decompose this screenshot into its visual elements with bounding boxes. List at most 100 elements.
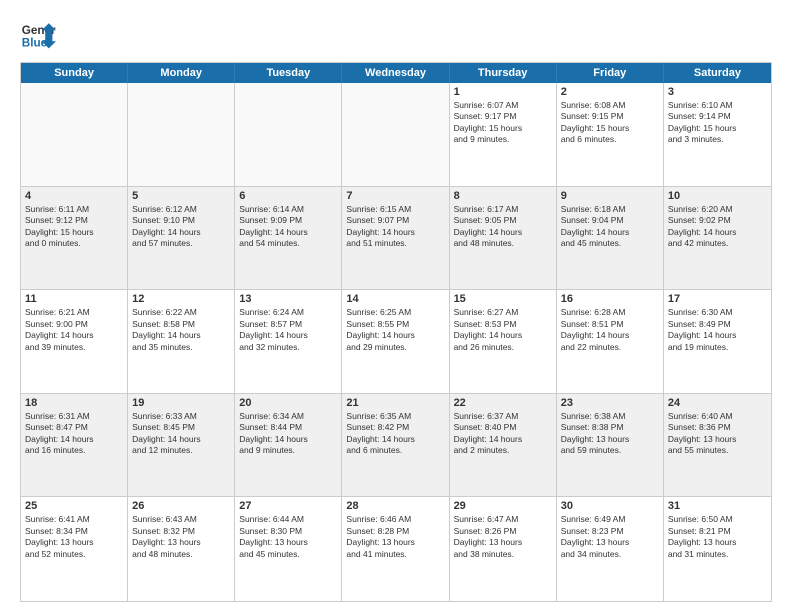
day-number: 6 <box>239 190 337 202</box>
day-number: 5 <box>132 190 230 202</box>
calendar-cell: 30 Sunrise: 6:49 AM Sunset: 8:23 PM Dayli… <box>557 497 664 601</box>
calendar-cell: 21 Sunrise: 6:35 AM Sunset: 8:42 PM Dayli… <box>342 394 449 497</box>
calendar-cell: 7 Sunrise: 6:15 AM Sunset: 9:07 PM Daylig… <box>342 187 449 290</box>
day-number: 13 <box>239 293 337 305</box>
calendar-cell: 2Sunrise: 6:08 AM Sunset: 9:15 PM Daylig… <box>557 83 664 186</box>
calendar-cell: 5 Sunrise: 6:12 AM Sunset: 9:10 PM Daylig… <box>128 187 235 290</box>
day-number: 30 <box>561 500 659 512</box>
day-number: 27 <box>239 500 337 512</box>
calendar-cell: 22 Sunrise: 6:37 AM Sunset: 8:40 PM Dayli… <box>450 394 557 497</box>
day-info: Sunrise: 6:18 AM Sunset: 9:04 PM Dayligh… <box>561 204 659 250</box>
day-info: Sunrise: 6:44 AM Sunset: 8:30 PM Dayligh… <box>239 514 337 560</box>
day-info: Sunrise: 6:38 AM Sunset: 8:38 PM Dayligh… <box>561 411 659 457</box>
header-day: Saturday <box>664 63 771 83</box>
header-day: Monday <box>128 63 235 83</box>
day-number: 18 <box>25 397 123 409</box>
day-number: 28 <box>346 500 444 512</box>
calendar-cell <box>342 83 449 186</box>
calendar-cell: 9 Sunrise: 6:18 AM Sunset: 9:04 PM Daylig… <box>557 187 664 290</box>
day-number: 15 <box>454 293 552 305</box>
day-info: Sunrise: 6:41 AM Sunset: 8:34 PM Dayligh… <box>25 514 123 560</box>
day-info: Sunrise: 6:34 AM Sunset: 8:44 PM Dayligh… <box>239 411 337 457</box>
day-info: Sunrise: 6:10 AM Sunset: 9:14 PM Dayligh… <box>668 100 767 146</box>
calendar-cell: 27 Sunrise: 6:44 AM Sunset: 8:30 PM Dayli… <box>235 497 342 601</box>
calendar-row: 4 Sunrise: 6:11 AM Sunset: 9:12 PM Daylig… <box>21 187 771 291</box>
calendar-cell: 31 Sunrise: 6:50 AM Sunset: 8:21 PM Dayli… <box>664 497 771 601</box>
calendar-cell: 18 Sunrise: 6:31 AM Sunset: 8:47 PM Dayli… <box>21 394 128 497</box>
header-day: Wednesday <box>342 63 449 83</box>
day-info: Sunrise: 6:49 AM Sunset: 8:23 PM Dayligh… <box>561 514 659 560</box>
day-info: Sunrise: 6:15 AM Sunset: 9:07 PM Dayligh… <box>346 204 444 250</box>
day-info: Sunrise: 6:22 AM Sunset: 8:58 PM Dayligh… <box>132 307 230 353</box>
day-info: Sunrise: 6:27 AM Sunset: 8:53 PM Dayligh… <box>454 307 552 353</box>
calendar-cell: 3 Sunrise: 6:10 AM Sunset: 9:14 PM Daylig… <box>664 83 771 186</box>
calendar-cell: 20Sunrise: 6:34 AM Sunset: 8:44 PM Dayli… <box>235 394 342 497</box>
day-number: 14 <box>346 293 444 305</box>
calendar-cell: 23 Sunrise: 6:38 AM Sunset: 8:38 PM Dayli… <box>557 394 664 497</box>
day-info: Sunrise: 6:21 AM Sunset: 9:00 PM Dayligh… <box>25 307 123 353</box>
calendar-cell <box>128 83 235 186</box>
day-info: Sunrise: 6:37 AM Sunset: 8:40 PM Dayligh… <box>454 411 552 457</box>
calendar-cell: 6Sunrise: 6:14 AM Sunset: 9:09 PM Daylig… <box>235 187 342 290</box>
day-number: 21 <box>346 397 444 409</box>
day-info: Sunrise: 6:40 AM Sunset: 8:36 PM Dayligh… <box>668 411 767 457</box>
calendar-cell <box>21 83 128 186</box>
calendar-cell: 8 Sunrise: 6:17 AM Sunset: 9:05 PM Daylig… <box>450 187 557 290</box>
calendar-body: 1 Sunrise: 6:07 AM Sunset: 9:17 PM Daylig… <box>21 83 771 601</box>
calendar-header: SundayMondayTuesdayWednesdayThursdayFrid… <box>21 63 771 83</box>
day-info: Sunrise: 6:31 AM Sunset: 8:47 PM Dayligh… <box>25 411 123 457</box>
day-info: Sunrise: 6:30 AM Sunset: 8:49 PM Dayligh… <box>668 307 767 353</box>
day-number: 3 <box>668 86 767 98</box>
calendar-cell: 19Sunrise: 6:33 AM Sunset: 8:45 PM Dayli… <box>128 394 235 497</box>
day-number: 22 <box>454 397 552 409</box>
day-info: Sunrise: 6:25 AM Sunset: 8:55 PM Dayligh… <box>346 307 444 353</box>
day-number: 12 <box>132 293 230 305</box>
page: General Blue SundayMondayTuesdayWednesda… <box>0 0 792 612</box>
day-info: Sunrise: 6:08 AM Sunset: 9:15 PM Dayligh… <box>561 100 659 146</box>
day-number: 7 <box>346 190 444 202</box>
day-number: 9 <box>561 190 659 202</box>
calendar-cell: 14 Sunrise: 6:25 AM Sunset: 8:55 PM Dayli… <box>342 290 449 393</box>
calendar-cell: 11 Sunrise: 6:21 AM Sunset: 9:00 PM Dayli… <box>21 290 128 393</box>
calendar-cell: 12 Sunrise: 6:22 AM Sunset: 8:58 PM Dayli… <box>128 290 235 393</box>
day-info: Sunrise: 6:24 AM Sunset: 8:57 PM Dayligh… <box>239 307 337 353</box>
calendar-row: 18 Sunrise: 6:31 AM Sunset: 8:47 PM Dayli… <box>21 394 771 498</box>
calendar-cell: 15 Sunrise: 6:27 AM Sunset: 8:53 PM Dayli… <box>450 290 557 393</box>
day-number: 29 <box>454 500 552 512</box>
day-number: 11 <box>25 293 123 305</box>
day-number: 8 <box>454 190 552 202</box>
day-info: Sunrise: 6:46 AM Sunset: 8:28 PM Dayligh… <box>346 514 444 560</box>
header: General Blue <box>20 16 772 52</box>
day-info: Sunrise: 6:12 AM Sunset: 9:10 PM Dayligh… <box>132 204 230 250</box>
day-number: 25 <box>25 500 123 512</box>
calendar-cell: 25 Sunrise: 6:41 AM Sunset: 8:34 PM Dayli… <box>21 497 128 601</box>
day-number: 1 <box>454 86 552 98</box>
day-info: Sunrise: 6:43 AM Sunset: 8:32 PM Dayligh… <box>132 514 230 560</box>
logo: General Blue <box>20 16 56 52</box>
calendar-cell: 13 Sunrise: 6:24 AM Sunset: 8:57 PM Dayli… <box>235 290 342 393</box>
day-info: Sunrise: 6:28 AM Sunset: 8:51 PM Dayligh… <box>561 307 659 353</box>
day-number: 16 <box>561 293 659 305</box>
calendar-cell: 16 Sunrise: 6:28 AM Sunset: 8:51 PM Dayli… <box>557 290 664 393</box>
day-number: 31 <box>668 500 767 512</box>
day-info: Sunrise: 6:50 AM Sunset: 8:21 PM Dayligh… <box>668 514 767 560</box>
header-day: Thursday <box>450 63 557 83</box>
day-number: 4 <box>25 190 123 202</box>
header-day: Tuesday <box>235 63 342 83</box>
day-info: Sunrise: 6:17 AM Sunset: 9:05 PM Dayligh… <box>454 204 552 250</box>
day-number: 26 <box>132 500 230 512</box>
day-info: Sunrise: 6:11 AM Sunset: 9:12 PM Dayligh… <box>25 204 123 250</box>
day-info: Sunrise: 6:20 AM Sunset: 9:02 PM Dayligh… <box>668 204 767 250</box>
calendar-cell: 28 Sunrise: 6:46 AM Sunset: 8:28 PM Dayli… <box>342 497 449 601</box>
calendar-row: 25 Sunrise: 6:41 AM Sunset: 8:34 PM Dayli… <box>21 497 771 601</box>
day-number: 23 <box>561 397 659 409</box>
day-info: Sunrise: 6:33 AM Sunset: 8:45 PM Dayligh… <box>132 411 230 457</box>
day-info: Sunrise: 6:47 AM Sunset: 8:26 PM Dayligh… <box>454 514 552 560</box>
day-info: Sunrise: 6:07 AM Sunset: 9:17 PM Dayligh… <box>454 100 552 146</box>
day-info: Sunrise: 6:35 AM Sunset: 8:42 PM Dayligh… <box>346 411 444 457</box>
calendar-row: 11 Sunrise: 6:21 AM Sunset: 9:00 PM Dayli… <box>21 290 771 394</box>
calendar-cell: 10 Sunrise: 6:20 AM Sunset: 9:02 PM Dayli… <box>664 187 771 290</box>
calendar-cell: 24Sunrise: 6:40 AM Sunset: 8:36 PM Dayli… <box>664 394 771 497</box>
calendar-cell: 29 Sunrise: 6:47 AM Sunset: 8:26 PM Dayli… <box>450 497 557 601</box>
day-number: 10 <box>668 190 767 202</box>
